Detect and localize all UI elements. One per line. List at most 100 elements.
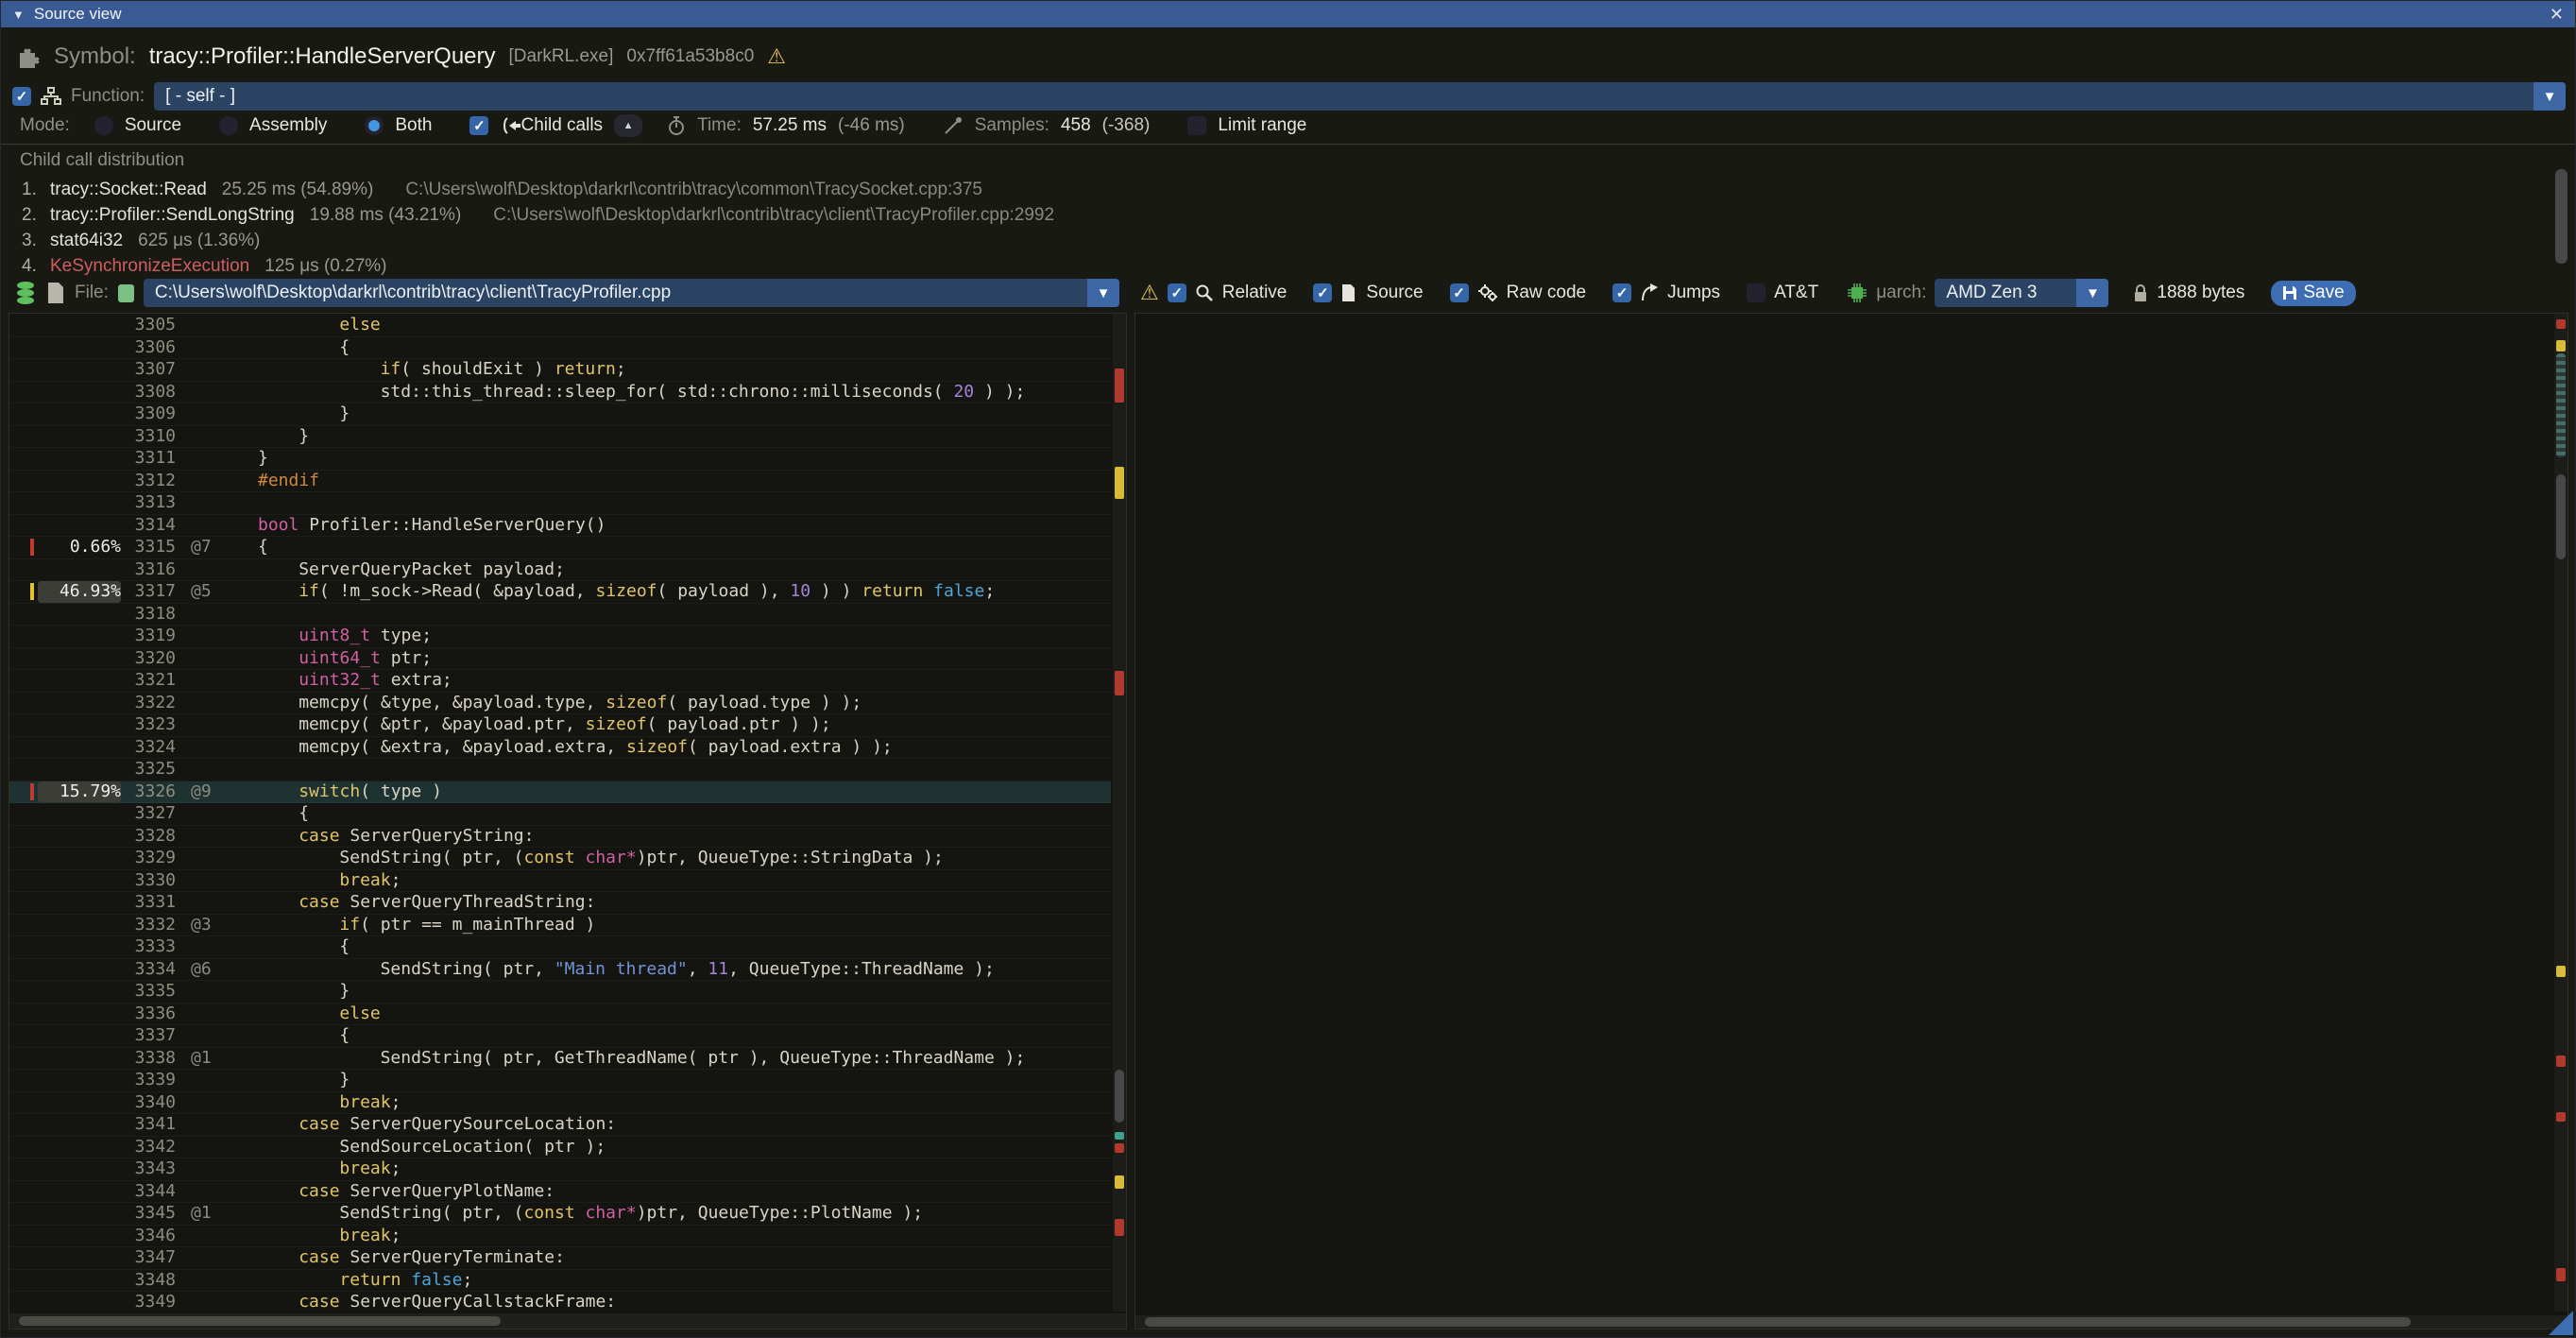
mode-row: Mode: Source Assembly Both Child calls T…	[20, 112, 1306, 139]
att-checkbox[interactable]	[1747, 283, 1766, 302]
source-line[interactable]: 3325	[9, 759, 1111, 781]
source-line[interactable]: 3323memcpy( &ptr, &payload.ptr, sizeof( …	[9, 714, 1111, 737]
file-bar: File: C:\Users\wolf\Desktop\darkrl\contr…	[9, 277, 1127, 309]
source-line[interactable]: 0.66%3315@7{	[9, 537, 1111, 559]
source-line[interactable]: 46.93%3317@5if( !m_sock->Read( &payload,…	[9, 581, 1111, 604]
march-select[interactable]: AMD Zen 3 ▼	[1935, 279, 2108, 307]
asm-vscrollbar[interactable]	[2554, 314, 2567, 1312]
source-line[interactable]: 15.79%3326@9switch( type )	[9, 781, 1111, 804]
source-line[interactable]: 3332@3if( ptr == m_mainThread )	[9, 915, 1111, 937]
resize-grip[interactable]	[2549, 1311, 2573, 1335]
source-line[interactable]: 3344case ServerQueryPlotName:	[9, 1181, 1111, 1204]
scrollbar-thumb[interactable]	[19, 1316, 501, 1326]
source-line[interactable]: 3348return false;	[9, 1270, 1111, 1293]
source-line[interactable]: 3308std::this_thread::sleep_for( std::ch…	[9, 382, 1111, 404]
limit-range-checkbox[interactable]	[1187, 116, 1206, 135]
line-number: 3330	[123, 870, 176, 892]
child-call-item[interactable]: 3. stat64i32 625 μs (1.36%)	[22, 228, 2556, 253]
source-line[interactable]: 3324memcpy( &extra, &payload.extra, size…	[9, 737, 1111, 760]
symbol-label: Symbol:	[54, 43, 136, 70]
source-line[interactable]: 3342SendSourceLocation( ptr );	[9, 1137, 1111, 1159]
source-pane[interactable]: 3305else3306{3307if( shouldExit ) return…	[9, 313, 1127, 1329]
save-label: Save	[2303, 283, 2344, 303]
source-line[interactable]: 3310}	[9, 426, 1111, 449]
child-calls-checkbox[interactable]	[469, 116, 488, 135]
parent-nav-button[interactable]	[614, 114, 642, 137]
source-line[interactable]: 3322memcpy( &type, &payload.type, sizeof…	[9, 693, 1111, 715]
source-line[interactable]: 3309}	[9, 403, 1111, 426]
source-line[interactable]: 3337{	[9, 1025, 1111, 1048]
chevron-down-icon[interactable]: ▼	[1087, 279, 1119, 307]
child-call-time: 25.25 ms (54.89%)	[222, 180, 374, 200]
title-bar[interactable]: ▼ Source view ✕	[1, 1, 2575, 27]
child-call-item[interactable]: 4. KeSynchronizeExecution 125 μs (0.27%)	[22, 253, 2556, 275]
child-call-item[interactable]: 1. tracy::Socket::Read 25.25 ms (54.89%)…	[22, 177, 2556, 202]
save-button[interactable]: Save	[2271, 281, 2355, 306]
source-line[interactable]: 3330 break;	[9, 870, 1111, 893]
scrollbar-thumb[interactable]	[2556, 353, 2566, 457]
source-hscrollbar[interactable]	[9, 1313, 1126, 1329]
source-line[interactable]: 3318	[9, 604, 1111, 626]
asm-hscrollbar[interactable]	[1135, 1315, 2567, 1329]
raw-code-checkbox[interactable]	[1450, 283, 1469, 302]
source-line[interactable]: 3320uint64_t ptr;	[9, 648, 1111, 671]
source-line[interactable]: 3331case ServerQueryThreadString:	[9, 892, 1111, 915]
function-checkbox[interactable]	[12, 87, 31, 106]
chevron-down-icon[interactable]: ▼	[2076, 279, 2108, 307]
warning-icon[interactable]: ⚠	[1140, 281, 1159, 305]
radio-assembly[interactable]	[219, 116, 238, 135]
close-icon[interactable]: ✕	[2550, 5, 2564, 25]
source-line[interactable]: 3306{	[9, 337, 1111, 360]
source-line[interactable]: 3343break;	[9, 1158, 1111, 1181]
scrollbar-mark	[1115, 671, 1124, 695]
window-scrollbar-thumb[interactable]	[2555, 169, 2567, 264]
file-select[interactable]: C:\Users\wolf\Desktop\darkrl\contrib\tra…	[144, 279, 1119, 307]
source-line[interactable]: 3329SendString( ptr, (const char*)ptr, Q…	[9, 848, 1111, 870]
source-line[interactable]: 3349case ServerQueryCallstackFrame:	[9, 1292, 1111, 1314]
source-line[interactable]: 3333{	[9, 936, 1111, 959]
lock-icon	[2133, 283, 2148, 302]
assembly-pane[interactable]	[1134, 313, 2568, 1329]
source-line[interactable]: 3335}	[9, 981, 1111, 1004]
warning-icon[interactable]: ⚠	[767, 44, 786, 69]
scrollbar-thumb[interactable]	[2556, 474, 2566, 559]
radio-both[interactable]	[365, 116, 384, 135]
source-line[interactable]: 3305else	[9, 315, 1111, 337]
jumps-checkbox[interactable]	[1612, 283, 1631, 302]
source-line[interactable]: 3327{	[9, 803, 1111, 826]
source-line[interactable]: 3336else	[9, 1004, 1111, 1026]
source-line[interactable]: 3319uint8_t type;	[9, 626, 1111, 648]
scrollbar-thumb[interactable]	[1115, 1070, 1124, 1123]
source-line[interactable]: 3347case ServerQueryTerminate:	[9, 1247, 1111, 1270]
source-checkbox[interactable]	[1313, 283, 1332, 302]
hierarchy-icon	[41, 86, 61, 107]
child-call-item[interactable]: 2. tracy::Profiler::SendLongString 19.88…	[22, 202, 2556, 228]
source-vscrollbar[interactable]	[1113, 314, 1126, 1312]
source-line[interactable]: 3312#endif	[9, 471, 1111, 493]
chevron-down-icon[interactable]: ▼	[2533, 82, 2566, 111]
cost-tick	[30, 783, 34, 800]
source-line[interactable]: 3314bool Profiler::HandleServerQuery()	[9, 515, 1111, 538]
collapse-icon[interactable]: ▼	[12, 8, 25, 22]
source-line[interactable]: 3338@1SendString( ptr, GetThreadName( pt…	[9, 1048, 1111, 1071]
source-line[interactable]: 3341case ServerQuerySourceLocation:	[9, 1114, 1111, 1137]
function-select[interactable]: [ - self - ] ▼	[154, 82, 2566, 111]
source-line[interactable]: 3321uint32_t extra;	[9, 670, 1111, 693]
source-line[interactable]: 3340break;	[9, 1092, 1111, 1115]
file-icon	[1340, 283, 1357, 302]
source-line[interactable]: 3346break;	[9, 1226, 1111, 1248]
source-line[interactable]: 3313	[9, 492, 1111, 515]
source-line[interactable]: 3345@1SendString( ptr, (const char*)ptr,…	[9, 1203, 1111, 1226]
relative-checkbox[interactable]	[1168, 283, 1186, 302]
source-line[interactable]: 3334@6SendString( ptr, "Main thread", 11…	[9, 959, 1111, 982]
source-line[interactable]: 3328case ServerQueryString:	[9, 826, 1111, 849]
scrollbar-thumb[interactable]	[1145, 1317, 2411, 1327]
source-line[interactable]: 3316ServerQueryPacket payload;	[9, 559, 1111, 582]
source-line[interactable]: 3339}	[9, 1070, 1111, 1092]
radio-source[interactable]	[94, 116, 113, 135]
line-code: break;	[258, 870, 401, 892]
line-code: ServerQueryPacket payload;	[258, 559, 565, 581]
puzzle-icon	[14, 43, 41, 70]
source-line[interactable]: 3311}	[9, 448, 1111, 471]
source-line[interactable]: 3307if( shouldExit ) return;	[9, 359, 1111, 382]
